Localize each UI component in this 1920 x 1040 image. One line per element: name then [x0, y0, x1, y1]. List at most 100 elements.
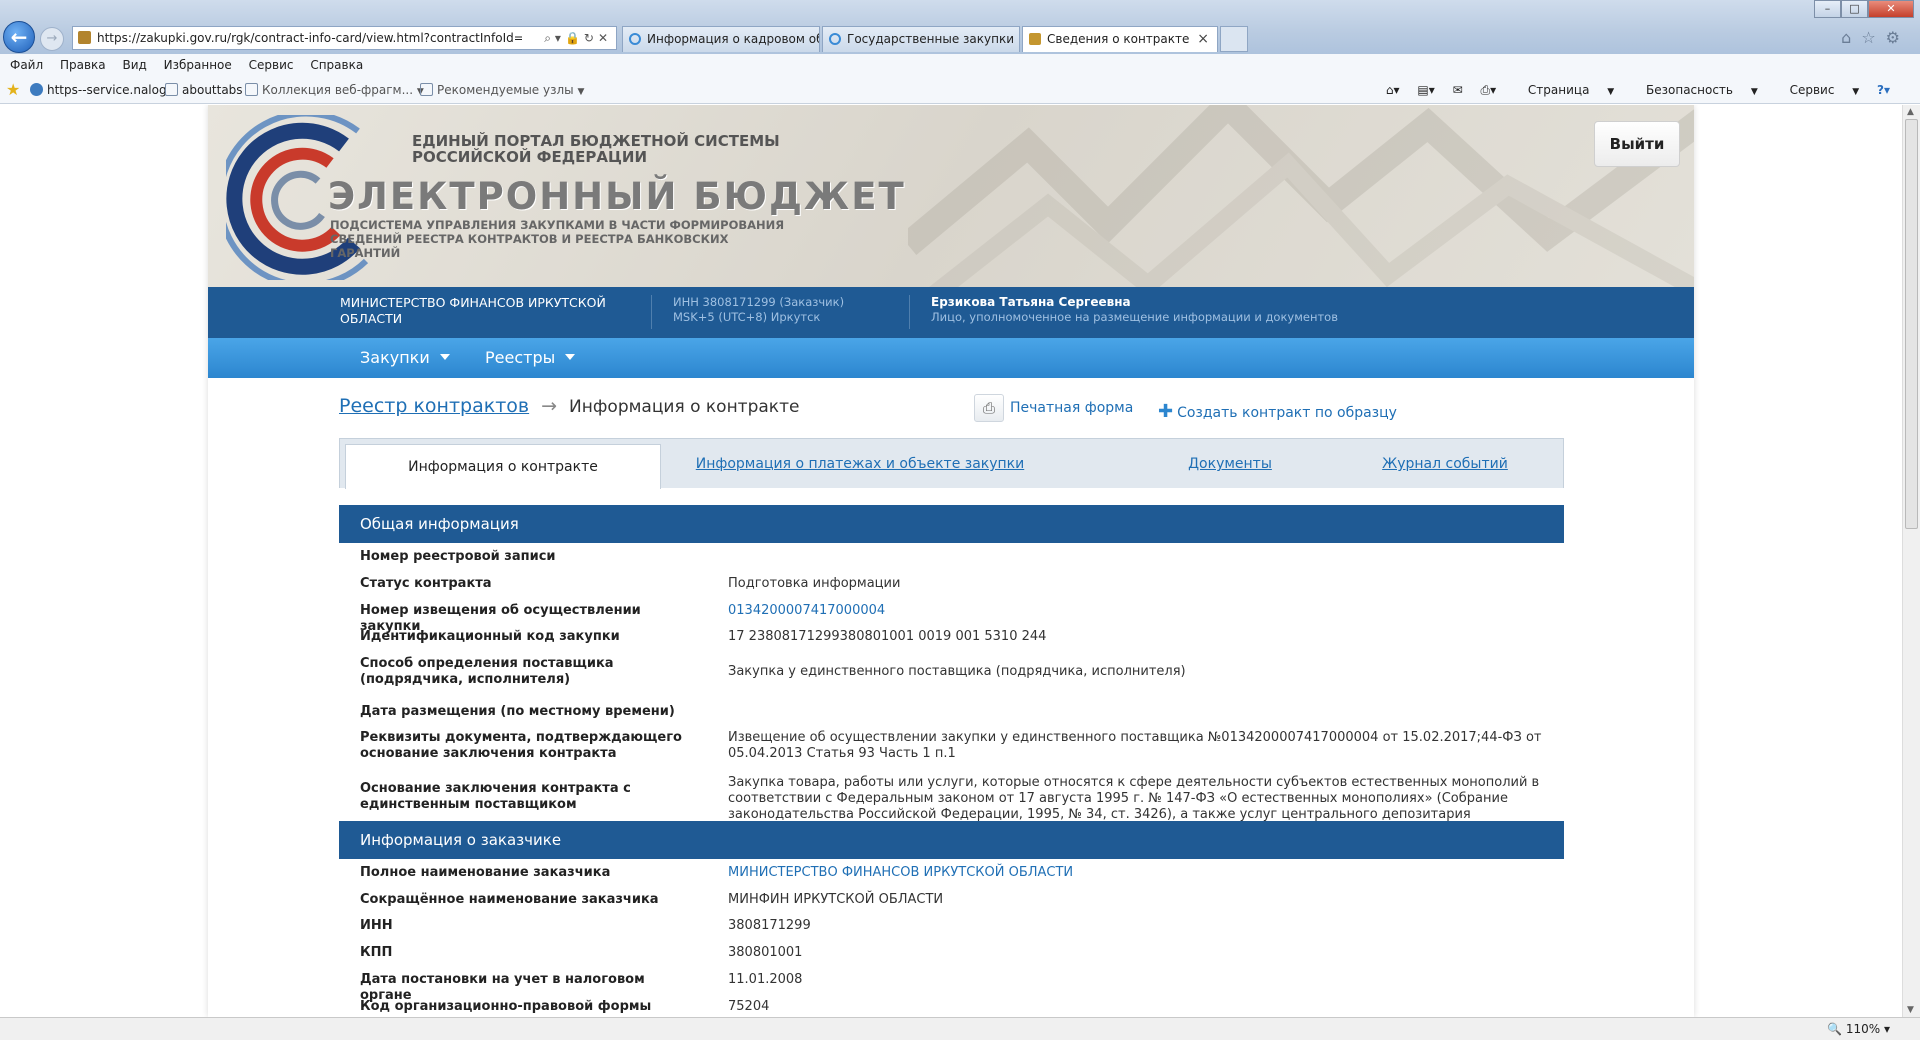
field-label: ИНН — [360, 918, 393, 933]
nav-registries[interactable]: Реестры — [485, 338, 576, 378]
user-name: Ерзикова Татьяна Сергеевна — [931, 295, 1131, 309]
vertical-scrollbar[interactable]: ▲ ▼ — [1902, 105, 1920, 1017]
field-label: Полное наименование заказчика — [360, 865, 611, 880]
create-by-template-button[interactable]: ✚ Создать контракт по образцу — [1158, 401, 1397, 422]
field-value: МИНФИН ИРКУТСКОЙ ОБЛАСТИ — [728, 892, 944, 907]
tab-payments[interactable]: Информация о платежах и объекте закупки — [685, 439, 1035, 488]
logout-button[interactable]: Выйти — [1594, 121, 1680, 167]
menu-view[interactable]: Вид — [122, 58, 146, 72]
scroll-thumb[interactable] — [1905, 119, 1918, 529]
scroll-down-icon[interactable]: ▼ — [1907, 1005, 1914, 1015]
field-label: Статус контракта — [360, 576, 492, 591]
favorites-bar: ★ https--service.nalog abouttabs Коллекц… — [0, 76, 1920, 104]
site-favicon-icon — [78, 31, 91, 44]
plus-icon: ✚ — [1158, 401, 1174, 422]
current-user: Ерзикова Татьяна Сергеевна Лицо, уполном… — [931, 295, 1338, 325]
menu-edit[interactable]: Правка — [60, 58, 106, 72]
browser-tab-label: Сведения о контракте — [1047, 32, 1190, 46]
field-value: Закупка товара, работы или услуги, котор… — [728, 775, 1540, 822]
page-title: Информация о контракте — [569, 397, 800, 417]
address-url[interactable]: https://zakupki.gov.ru/rgk/contract-info… — [97, 27, 522, 49]
field-label: Сокращённое наименование заказчика — [360, 892, 659, 907]
customer-name-link[interactable]: МИНИСТЕРСТВО ФИНАНСОВ ИРКУТСКОЙ ОБЛАСТИ — [728, 865, 1548, 881]
page-icon — [245, 83, 258, 96]
scroll-up-icon[interactable]: ▲ — [1907, 107, 1914, 117]
menu-tools[interactable]: Сервис — [249, 58, 294, 72]
field-value: Закупка у единственного поставщика (подр… — [728, 664, 1186, 679]
field-value: 11.01.2008 — [728, 972, 803, 987]
page-icon — [165, 83, 178, 96]
help-icon[interactable]: ?▾ — [1877, 83, 1890, 97]
field-label: Идентификационный код закупки — [360, 629, 620, 644]
back-button[interactable]: ← — [3, 21, 35, 53]
favorites-star-icon[interactable]: ★ — [6, 82, 20, 98]
field-value: 380801001 — [728, 945, 803, 960]
maximize-button[interactable]: □ — [1841, 0, 1868, 18]
favorite-label: Коллекция веб-фрагм... — [262, 83, 414, 97]
print-form-button[interactable]: ⎙ Печатная форма — [974, 394, 1133, 422]
nav-purchases[interactable]: Закупки — [360, 338, 450, 378]
tab-documents[interactable]: Документы — [1185, 439, 1275, 488]
home-icon[interactable]: ⌂▾ — [1386, 83, 1400, 97]
favorite-label: https--service.nalog — [47, 83, 167, 97]
browser-tab-label: Государственные закупки — [847, 32, 1015, 46]
field-value: 3808171299 — [728, 918, 811, 933]
brand-title: ЭЛЕКТРОННЫЙ БЮДЖЕТ — [328, 175, 906, 218]
print-form-label: Печатная форма — [1010, 400, 1134, 416]
browser-tab-3[interactable]: Сведения о контракте × — [1022, 26, 1218, 52]
favorite-webslices[interactable]: Коллекция веб-фрагм... ▼ — [245, 76, 424, 106]
field-label: Основание заключения контракта с единств… — [360, 781, 631, 812]
field-label: Способ определения поставщика (подрядчик… — [360, 656, 614, 687]
menu-help[interactable]: Справка — [310, 58, 363, 72]
portal-title: ЕДИНЫЙ ПОРТАЛ БЮДЖЕТНОЙ СИСТЕМЫ РОССИЙСК… — [412, 132, 780, 166]
field-label: Реквизиты документа, подтверждающего осн… — [360, 730, 682, 761]
user-role: Лицо, уполномоченное на размещение инфор… — [931, 310, 1338, 324]
close-tab-icon[interactable]: × — [1197, 27, 1209, 51]
user-info-bar: МИНИСТЕРСТВО ФИНАНСОВ ИРКУТСКОЙ ОБЛАСТИ … — [208, 287, 1694, 338]
browser-tab-1[interactable]: Информация о кадровом об... — [622, 26, 820, 52]
crest-favicon-icon — [1029, 33, 1041, 45]
page-icon — [420, 83, 433, 96]
cmd-safety[interactable]: Безопасность ▼ — [1632, 83, 1758, 97]
browser-tab-2[interactable]: Государственные закупки — [822, 26, 1020, 52]
arrow-right-icon: → — [541, 395, 558, 417]
tab-event-log[interactable]: Журнал событий — [1380, 439, 1510, 488]
ie-page-icon — [829, 33, 841, 45]
zoom-level[interactable]: 🔍 110% ▾ — [1827, 1018, 1890, 1040]
mail-icon[interactable]: ✉ — [1453, 83, 1463, 97]
field-value: 17 23808171299380801001 0019 001 5310 24… — [728, 629, 1047, 644]
forward-button[interactable]: → — [40, 27, 64, 51]
divider — [651, 295, 652, 329]
favorite-nalog[interactable]: https--service.nalog — [30, 76, 167, 104]
field-label: Номер реестровой записи — [360, 549, 556, 564]
tab-contract-info[interactable]: Информация о контракте — [345, 444, 661, 489]
notice-number-link[interactable]: 0134200007417000004 — [728, 603, 1548, 619]
portal-page: ЕДИНЫЙ ПОРТАЛ БЮДЖЕТНОЙ СИСТЕМЫ РОССИЙСК… — [208, 105, 1694, 1017]
favorite-abouttabs[interactable]: abouttabs — [165, 76, 243, 104]
browser-right-icons[interactable]: ⌂☆⚙ — [1841, 28, 1910, 47]
subsystem-title: ПОДСИСТЕМА УПРАВЛЕНИЯ ЗАКУПКАМИ В ЧАСТИ … — [330, 218, 785, 260]
favorite-label: abouttabs — [182, 83, 243, 97]
cmd-tools[interactable]: Сервис ▼ — [1776, 83, 1860, 97]
minimize-button[interactable]: – — [1814, 0, 1841, 18]
address-bar-icons[interactable]: ⌕▾🔒↻✕ — [544, 27, 612, 49]
field-label: Дата размещения (по местному времени) — [360, 704, 675, 719]
print-icon[interactable]: ⎙▾ — [1480, 83, 1496, 97]
address-bar[interactable]: https://zakupki.gov.ru/rgk/contract-info… — [72, 26, 617, 50]
menu-favorites[interactable]: Избранное — [164, 58, 232, 72]
nav-label: Реестры — [485, 348, 556, 367]
printer-icon: ⎙ — [974, 394, 1004, 422]
window-close-button[interactable]: ✕ — [1868, 0, 1914, 18]
browser-tab-label: Информация о кадровом об... — [647, 32, 820, 46]
menu-file[interactable]: Файл — [10, 58, 43, 72]
page-viewport: ЕДИНЫЙ ПОРТАЛ БЮДЖЕТНОЙ СИСТЕМЫ РОССИЙСК… — [0, 105, 1902, 1017]
breadcrumb-contracts-registry[interactable]: Реестр контрактов — [339, 395, 529, 417]
new-tab-button[interactable] — [1220, 26, 1248, 52]
organization-inn: ИНН 3808171299 (Заказчик) MSK+5 (UTC+8) … — [673, 295, 844, 325]
organization-name: МИНИСТЕРСТВО ФИНАНСОВ ИРКУТСКОЙ ОБЛАСТИ — [340, 295, 606, 326]
cmd-page[interactable]: Страница ▼ — [1514, 83, 1614, 97]
favorite-suggested[interactable]: Рекомендуемые узлы ▼ — [420, 76, 584, 106]
contract-tabs: Информация о контракте Информация о плат… — [339, 438, 1564, 489]
feeds-icon[interactable]: ▤▾ — [1417, 83, 1434, 97]
window-controls: – □ ✕ — [1814, 0, 1914, 18]
